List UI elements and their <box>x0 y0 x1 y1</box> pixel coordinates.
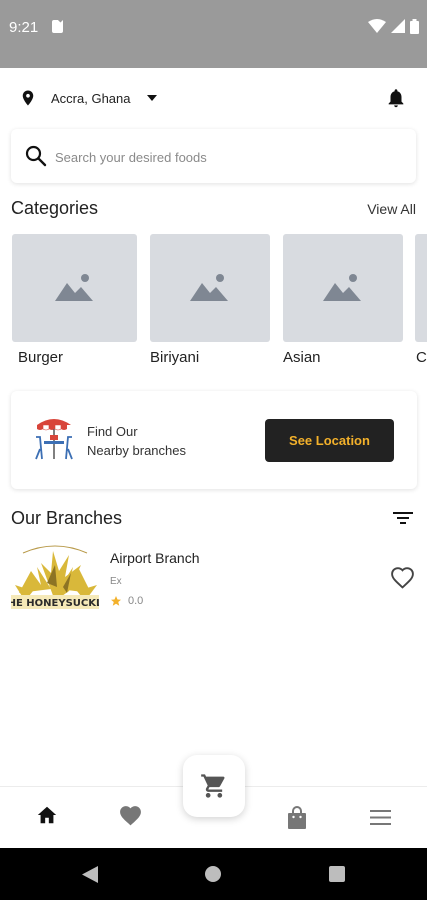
battery-icon <box>410 18 419 34</box>
filter-icon[interactable] <box>393 510 413 526</box>
search-bar <box>11 129 416 183</box>
cart-button[interactable] <box>183 755 245 817</box>
star-icon <box>111 596 121 606</box>
notification-bell-icon[interactable] <box>385 86 407 110</box>
branch-name: Airport Branch <box>110 550 200 566</box>
nearby-line-2: Nearby branches <box>87 443 186 458</box>
category-label: Burger <box>18 349 64 366</box>
category-card-asian[interactable] <box>283 234 403 342</box>
sd-card-icon <box>52 20 63 33</box>
recents-square-icon[interactable] <box>329 866 345 882</box>
signal-icon <box>391 19 405 33</box>
view-all-link[interactable]: View All <box>367 201 416 217</box>
branch-logo: HE HONEYSUCKL <box>11 545 99 609</box>
status-bar: 9:21 <box>0 0 427 68</box>
app-header: Accra, Ghana <box>0 68 427 128</box>
home-circle-icon[interactable] <box>205 866 221 882</box>
shopping-bag-icon[interactable] <box>287 806 307 830</box>
category-card-partial[interactable] <box>415 234 427 342</box>
branches-heading: Our Branches <box>11 508 123 528</box>
location-pin-icon <box>22 90 34 106</box>
category-card-biriyani[interactable] <box>150 234 270 342</box>
favorites-icon[interactable] <box>118 804 143 827</box>
system-navigation-bar <box>0 848 427 900</box>
branch-logo-text: HE HONEYSUCKL <box>11 598 99 609</box>
category-label: C <box>416 349 427 366</box>
restaurant-table-icon <box>35 419 73 460</box>
menu-icon[interactable] <box>370 810 391 825</box>
home-icon[interactable] <box>36 804 58 826</box>
category-card-burger[interactable] <box>12 234 137 342</box>
search-icon <box>25 145 47 167</box>
cart-icon <box>201 774 225 798</box>
category-label: Biriyani <box>150 349 200 366</box>
category-label: Asian <box>283 349 321 366</box>
nearby-line-1: Find Our <box>87 424 138 439</box>
categories-heading: Categories <box>11 198 99 218</box>
favorite-heart-icon[interactable] <box>390 566 415 589</box>
back-icon[interactable] <box>82 866 98 883</box>
nearby-branches-text: Find Our Nearby branches <box>87 422 186 460</box>
branch-subtitle: Ex <box>110 576 122 587</box>
image-placeholder-icon <box>323 274 361 301</box>
image-placeholder-icon <box>54 274 93 301</box>
caret-down-icon[interactable] <box>147 95 157 101</box>
search-input[interactable] <box>55 146 395 168</box>
branch-rating: 0.0 <box>128 595 144 607</box>
wifi-icon <box>368 19 386 33</box>
status-time: 9:21 <box>9 19 39 36</box>
location-selector[interactable]: Accra, Ghana <box>51 91 131 106</box>
status-icons <box>368 17 419 35</box>
nearby-branches-card: Find Our Nearby branches See Location <box>11 391 417 489</box>
see-location-button[interactable]: See Location <box>265 419 394 462</box>
image-placeholder-icon <box>190 274 228 301</box>
